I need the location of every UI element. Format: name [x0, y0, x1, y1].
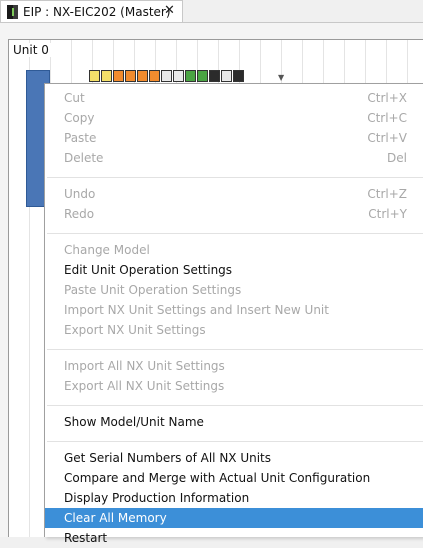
menu-item-import-all-nx-unit-settings[interactable]: Import All NX Unit Settings — [45, 356, 423, 376]
menu-item-label: Get Serial Numbers of All NX Units — [64, 451, 272, 465]
io-module[interactable] — [173, 70, 184, 82]
tab-bar: EIP : NX-EIC202 (Master) ✕ — [0, 0, 423, 23]
menu-item-label: Paste — [64, 131, 97, 145]
menu-item-paste[interactable]: Paste Ctrl+V — [45, 128, 423, 148]
menu-item-shortcut: Ctrl+X — [367, 91, 407, 105]
menu-item-import-nx-unit-settings-and-insert-new-unit[interactable]: Import NX Unit Settings and Insert New U… — [45, 300, 423, 320]
menu-separator — [47, 441, 423, 442]
menu-item-label: Undo — [64, 187, 96, 201]
io-module[interactable] — [149, 70, 160, 82]
menu-item-clear-all-memory[interactable]: Clear All Memory — [45, 508, 423, 528]
menu-item-label: Display Production Information — [64, 491, 250, 505]
io-module[interactable] — [161, 70, 172, 82]
dropdown-arrow-icon[interactable]: ▼ — [278, 73, 284, 82]
io-module[interactable] — [197, 70, 208, 82]
menu-item-shortcut: Ctrl+V — [367, 131, 407, 145]
menu-item-label: Clear All Memory — [64, 511, 167, 525]
menu-item-label: Show Model/Unit Name — [64, 415, 204, 429]
menu-separator — [47, 233, 423, 234]
menu-item-label: Export All NX Unit Settings — [64, 379, 225, 393]
menu-item-label: Import All NX Unit Settings — [64, 359, 225, 373]
module-strip — [89, 70, 245, 82]
menu-item-label: Restart — [64, 531, 108, 545]
menu-item-label: Export NX Unit Settings — [64, 323, 206, 337]
menu-item-get-serial-numbers-of-all-nx-units[interactable]: Get Serial Numbers of All NX Units — [45, 448, 423, 468]
unit-label: Unit 0 — [13, 43, 53, 57]
io-module[interactable] — [89, 70, 100, 82]
tab-title: EIP : NX-EIC202 (Master) — [23, 5, 171, 19]
io-module[interactable] — [137, 70, 148, 82]
io-module[interactable] — [209, 70, 220, 82]
menu-item-label: Compare and Merge with Actual Unit Confi… — [64, 471, 371, 485]
menu-item-label: Change Model — [64, 243, 150, 257]
menu-separator — [47, 405, 423, 406]
close-icon[interactable]: ✕ — [164, 3, 175, 18]
menu-item-undo[interactable]: Undo Ctrl+Z — [45, 184, 423, 204]
menu-item-shortcut: Ctrl+Y — [368, 207, 407, 221]
menu-item-shortcut: Ctrl+Z — [367, 187, 407, 201]
menu-item-copy[interactable]: Copy Ctrl+C — [45, 108, 423, 128]
menu-item-restart[interactable]: Restart — [45, 528, 423, 548]
io-module[interactable] — [101, 70, 112, 82]
menu-item-redo[interactable]: Redo Ctrl+Y — [45, 204, 423, 224]
menu-item-delete[interactable]: Delete Del — [45, 148, 423, 168]
menu-item-show-model-unit-name[interactable]: Show Model/Unit Name — [45, 412, 423, 432]
io-module[interactable] — [221, 70, 232, 82]
menu-item-export-all-nx-unit-settings[interactable]: Export All NX Unit Settings — [45, 376, 423, 396]
menu-separator — [47, 349, 423, 350]
menu-item-shortcut: Ctrl+C — [367, 111, 407, 125]
menu-item-export-nx-unit-settings[interactable]: Export NX Unit Settings — [45, 320, 423, 340]
menu-item-paste-unit-operation-settings[interactable]: Paste Unit Operation Settings — [45, 280, 423, 300]
menu-item-label: Paste Unit Operation Settings — [64, 283, 242, 297]
menu-item-change-model[interactable]: Change Model — [45, 240, 423, 260]
controller-icon — [7, 5, 18, 19]
menu-item-label: Import NX Unit Settings and Insert New U… — [64, 303, 329, 317]
menu-item-label: Edit Unit Operation Settings — [64, 263, 233, 277]
menu-separator — [47, 177, 423, 178]
menu-item-label: Copy — [64, 111, 95, 125]
menu-item-label: Cut — [64, 91, 85, 105]
io-module[interactable] — [185, 70, 196, 82]
io-module[interactable] — [113, 70, 124, 82]
context-menu: Cut Ctrl+X Copy Ctrl+C Paste Ctrl+V Delete Del U… — [44, 83, 423, 545]
menu-item-edit-unit-operation-settings[interactable]: Edit Unit Operation Settings — [45, 260, 423, 280]
menu-item-compare-and-merge-with-actual-unit-configuration[interactable]: Compare and Merge with Actual Unit Confi… — [45, 468, 423, 488]
io-module[interactable] — [125, 70, 136, 82]
menu-item-shortcut: Del — [387, 151, 407, 165]
menu-item-display-production-information[interactable]: Display Production Information — [45, 488, 423, 508]
menu-item-label: Delete — [64, 151, 104, 165]
menu-item-cut[interactable]: Cut Ctrl+X — [45, 88, 423, 108]
tab-eip-master[interactable]: EIP : NX-EIC202 (Master) ✕ — [0, 0, 183, 22]
io-module[interactable] — [233, 70, 244, 82]
menu-item-label: Redo — [64, 207, 95, 221]
